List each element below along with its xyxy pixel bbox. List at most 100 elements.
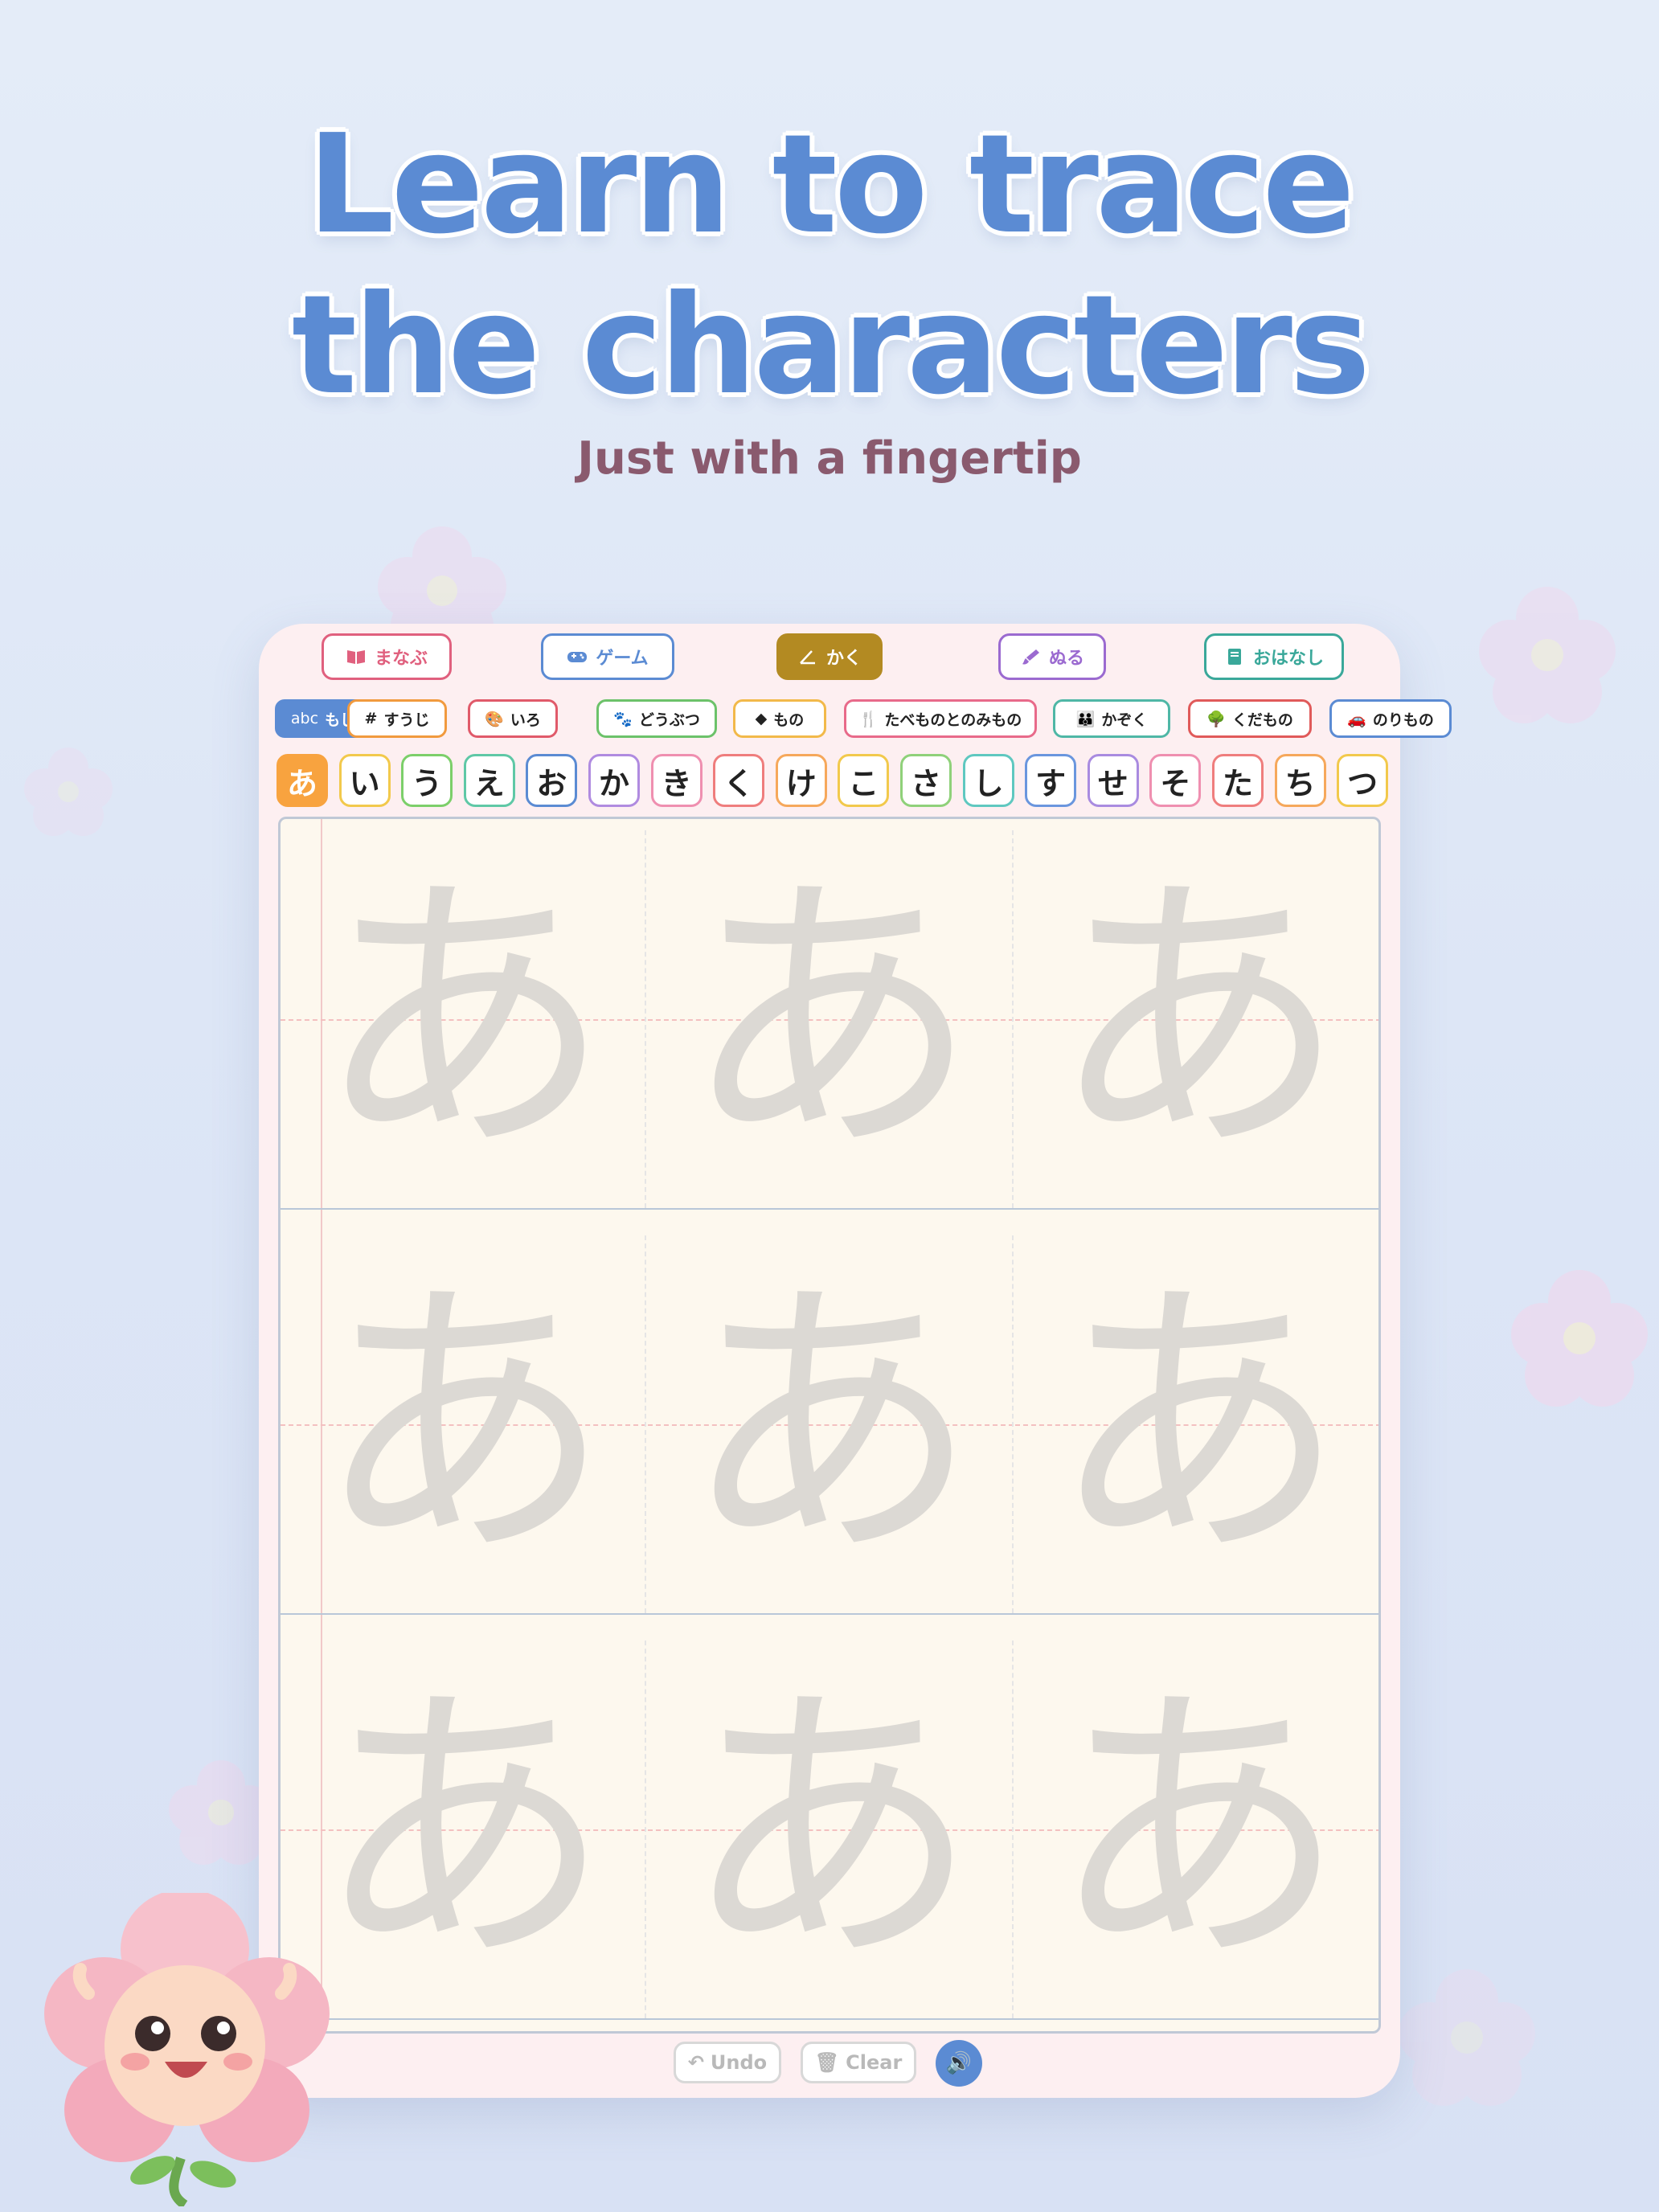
category-label: いろ [510, 711, 541, 729]
trash-icon: 🗑 [814, 2051, 840, 2074]
category-chip[interactable]: 👪 かぞく [1053, 699, 1170, 738]
mode-tab-bar: まなぶ ゲーム かく ぬる おはなし [259, 624, 1400, 704]
storybook-icon [1227, 649, 1241, 665]
decorative-blossom [24, 748, 113, 836]
category-icon: 👪 [1075, 710, 1096, 728]
tab-label: かく [825, 649, 862, 669]
gamepad-icon [567, 652, 588, 662]
character-button[interactable]: つ [1337, 754, 1389, 807]
tab-manabu[interactable]: まなぶ [322, 633, 452, 680]
trace-cell[interactable]: あ [1015, 830, 1378, 1208]
category-icon: ◆ [755, 710, 768, 727]
decorative-blossom [169, 1760, 273, 1865]
trace-row: あああ [281, 830, 1378, 1210]
category-icon: 🍴 [858, 710, 879, 728]
trace-glyph: あ [1049, 847, 1347, 1193]
undo-label: Undo [710, 2051, 768, 2074]
tab-label: ぬる [1048, 649, 1084, 669]
category-label: もの [773, 711, 805, 729]
decorative-blossom [1479, 587, 1616, 723]
brush-icon [1022, 649, 1039, 665]
category-label: かぞく [1101, 711, 1148, 729]
category-label: くだもの [1231, 711, 1293, 729]
category-icon: abc [290, 710, 319, 727]
speaker-icon: 🔊 [945, 2051, 973, 2075]
category-chip[interactable]: ◆ もの [733, 699, 826, 738]
headline-line-2: the characters [291, 266, 1370, 425]
undo-icon: ↶ [687, 2051, 704, 2074]
category-label: たべものとのみもの [884, 711, 1022, 729]
trace-cell[interactable]: あ [648, 830, 1014, 1208]
trace-glyph: あ [1049, 1657, 1347, 2003]
subheadline: Just with a fingertip [577, 432, 1082, 485]
tab-label: まなぶ [374, 649, 428, 669]
trace-cell[interactable]: あ [1015, 1235, 1378, 1613]
trace-row: あああ [281, 1641, 1378, 2020]
character-button[interactable]: ち [1274, 754, 1326, 807]
tab-label: ゲーム [596, 649, 649, 669]
category-chip[interactable]: 🌳 くだもの [1188, 699, 1312, 738]
tab-game[interactable]: ゲーム [541, 633, 674, 680]
category-label: どうぶつ [638, 711, 700, 729]
character-button[interactable]: し [962, 754, 1014, 807]
character-button[interactable]: あ [276, 754, 328, 807]
tab-label: おはなし [1252, 649, 1324, 669]
character-button[interactable]: お [526, 754, 578, 807]
category-chip[interactable]: 🚗 のりもの [1329, 699, 1452, 738]
category-chip[interactable]: 🍴 たべものとのみもの [844, 699, 1037, 738]
trace-cell[interactable]: あ [281, 1235, 646, 1613]
angle-icon [800, 650, 815, 665]
tab-ohanashi[interactable]: おはなし [1204, 633, 1344, 680]
character-picker-row: あいうえおかきくけこさしすせそたちつ [276, 754, 1402, 807]
category-chip-row: abc もじ # すうじ 🎨 いろ 🐾 どうぶつ ◆ もの 🍴 たべものとのみもの 👪 かぞく 🌳 くだもの 🚗… [275, 699, 1452, 741]
character-button[interactable]: せ [1087, 754, 1139, 807]
trace-cell[interactable]: あ [648, 1641, 1014, 2018]
category-icon: 🌳 [1206, 710, 1226, 728]
category-chip[interactable]: 🎨 いろ [468, 699, 558, 738]
category-label: のりもの [1372, 711, 1434, 729]
category-icon: # [364, 710, 378, 727]
character-button[interactable]: か [588, 754, 640, 807]
character-button[interactable]: う [401, 754, 453, 807]
character-button[interactable]: こ [838, 754, 890, 807]
character-button[interactable]: く [713, 754, 765, 807]
trace-glyph: あ [314, 1252, 612, 1598]
clear-button[interactable]: 🗑 Clear [801, 2042, 916, 2083]
trace-glyph: あ [314, 847, 612, 1193]
headline: Learn to trace the characters [0, 104, 1659, 426]
character-button[interactable]: け [775, 754, 827, 807]
character-button[interactable]: え [463, 754, 515, 807]
trace-cell[interactable]: あ [648, 1235, 1014, 1613]
trace-glyph: あ [682, 847, 980, 1193]
tablet-frame: まなぶ ゲーム かく ぬる おはなし abc もじ # すうじ 🎨 いろ 🐾 どうぶつ ◆ もの 🍴… [259, 624, 1452, 2098]
character-button[interactable]: す [1025, 754, 1077, 807]
decorative-blossom [1399, 1969, 1535, 2106]
category-label: すうじ [383, 711, 430, 729]
trace-glyph: あ [1049, 1252, 1347, 1598]
character-button[interactable]: き [650, 754, 703, 807]
character-button[interactable]: い [338, 754, 391, 807]
character-button[interactable]: た [1212, 754, 1264, 807]
decorative-blossom [1511, 1270, 1648, 1407]
trace-cell[interactable]: あ [1015, 1641, 1378, 2018]
trace-cell[interactable]: あ [281, 830, 646, 1208]
trace-row: あああ [281, 1235, 1378, 1615]
headline-line-1: Learn to trace [307, 105, 1355, 264]
category-icon: 🎨 [485, 710, 504, 728]
book-icon [346, 650, 365, 664]
category-chip[interactable]: 🐾 どうぶつ [596, 699, 717, 738]
sound-button[interactable]: 🔊 [936, 2040, 982, 2087]
clear-label: Clear [846, 2051, 903, 2074]
trace-glyph: あ [682, 1657, 980, 2003]
tab-nuru[interactable]: ぬる [998, 633, 1106, 680]
tab-kaku[interactable]: かく [776, 633, 883, 680]
character-button[interactable]: さ [900, 754, 952, 807]
tracing-canvas[interactable]: あああああああああ [278, 817, 1381, 2034]
trace-glyph: あ [682, 1252, 980, 1598]
category-icon: 🚗 [1347, 710, 1366, 728]
undo-button[interactable]: ↶ Undo [674, 2042, 781, 2083]
category-chip[interactable]: # すうじ [347, 699, 447, 738]
category-icon: 🐾 [613, 710, 633, 728]
character-button[interactable]: そ [1149, 754, 1202, 807]
flower-mascot [44, 1893, 330, 2206]
